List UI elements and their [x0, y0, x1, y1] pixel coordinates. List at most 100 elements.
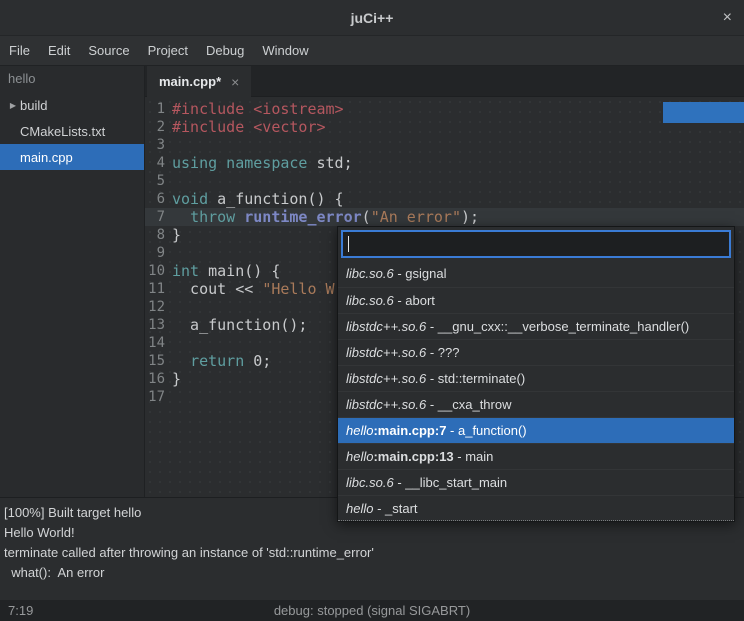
code-line: 3	[145, 136, 744, 154]
code-token: throw	[190, 208, 235, 226]
code-text: return 0;	[170, 352, 271, 370]
stack-frame-item[interactable]: libstdc++.so.6 - __cxa_throw	[338, 391, 734, 417]
code-token: main() {	[199, 262, 280, 280]
code-text: a_function();	[170, 316, 307, 334]
line-number: 8	[145, 226, 170, 244]
code-text	[170, 388, 172, 406]
line-number: 16	[145, 370, 170, 388]
code-token: #include <iostream>	[172, 100, 344, 118]
line-number: 2	[145, 118, 170, 136]
stack-frame-item[interactable]: libc.so.6 - __libc_start_main	[338, 469, 734, 495]
code-text	[170, 334, 172, 352]
expander-icon[interactable]: ▶	[6, 101, 20, 110]
code-token: std;	[307, 154, 352, 172]
code-token: a_function() {	[208, 190, 343, 208]
tab-label: main.cpp*	[159, 74, 221, 89]
code-token	[172, 208, 190, 226]
stacktrace-popup: libc.so.6 - gsignallibc.so.6 - abortlibs…	[337, 226, 735, 522]
tab-close-icon[interactable]: ×	[231, 74, 239, 90]
code-token: 0;	[244, 352, 271, 370]
stack-frame-list: libc.so.6 - gsignallibc.so.6 - abortlibs…	[338, 261, 734, 521]
window-close-icon[interactable]: ×	[723, 10, 732, 26]
stack-frame-item[interactable]: libc.so.6 - gsignal	[338, 261, 734, 287]
cursor-position: 7:19	[0, 603, 33, 618]
frame-location: :main.cpp:13	[373, 449, 453, 464]
menu-project[interactable]: Project	[139, 36, 197, 65]
code-text: }	[170, 370, 181, 388]
line-number: 1	[145, 100, 170, 118]
project-name: hello	[0, 66, 144, 92]
frame-function: - abort	[394, 293, 435, 308]
frame-function: - main	[454, 449, 494, 464]
code-token: using namespace	[172, 154, 307, 172]
frame-function: - std::terminate()	[426, 371, 525, 386]
frame-function: - _start	[373, 501, 417, 516]
code-text: void a_function() {	[170, 190, 344, 208]
console-line: terminate called after throwing an insta…	[4, 543, 744, 563]
stack-frame-item[interactable]: hello:main.cpp:7 - a_function()	[338, 417, 734, 443]
line-number: 17	[145, 388, 170, 406]
scrollbar-thumb[interactable]	[663, 102, 744, 123]
debug-status: debug: stopped (signal SIGABRT)	[0, 603, 744, 618]
code-text: using namespace std;	[170, 154, 353, 172]
frame-module: hello	[346, 423, 373, 438]
frame-function: - __cxa_throw	[426, 397, 511, 412]
code-text: int main() {	[170, 262, 280, 280]
console-line: Hello World!	[4, 523, 744, 543]
code-line: 2#include <vector>	[145, 118, 744, 136]
code-token: #include <vector>	[172, 118, 326, 136]
frame-module: libc.so.6	[346, 475, 394, 490]
line-number: 10	[145, 262, 170, 280]
text-caret	[348, 236, 349, 252]
frame-module: libc.so.6	[346, 293, 394, 308]
menu-source[interactable]: Source	[79, 36, 138, 65]
menu-edit[interactable]: Edit	[39, 36, 79, 65]
line-number: 5	[145, 172, 170, 190]
frame-module: hello	[346, 501, 373, 516]
line-number: 12	[145, 298, 170, 316]
code-token: cout <<	[172, 280, 262, 298]
code-text	[170, 136, 172, 154]
tab-main-cpp[interactable]: main.cpp* ×	[147, 66, 251, 97]
statusbar: 7:19 debug: stopped (signal SIGABRT)	[0, 600, 744, 621]
code-text: cout << "Hello W	[170, 280, 335, 298]
stack-frame-item[interactable]: libstdc++.so.6 - ???	[338, 339, 734, 365]
frame-function: - a_function()	[446, 423, 526, 438]
tabbar: main.cpp* ×	[145, 66, 744, 97]
frame-module: libstdc++.so.6	[346, 371, 426, 386]
popup-filter-input[interactable]	[341, 230, 731, 258]
frame-module: libstdc++.so.6	[346, 345, 426, 360]
line-number: 3	[145, 136, 170, 154]
stack-frame-item[interactable]: libc.so.6 - abort	[338, 287, 734, 313]
stack-frame-item[interactable]: libstdc++.so.6 - __gnu_cxx::__verbose_te…	[338, 313, 734, 339]
line-number: 15	[145, 352, 170, 370]
code-text: #include <vector>	[170, 118, 326, 136]
frame-module: hello	[346, 449, 373, 464]
menu-file[interactable]: File	[0, 36, 39, 65]
sidebar-item-cmakelists.txt[interactable]: CMakeLists.txt	[0, 118, 144, 144]
stack-frame-item[interactable]: libstdc++.so.6 - std::terminate()	[338, 365, 734, 391]
file-tree-sidebar: hello ▶buildCMakeLists.txtmain.cpp	[0, 66, 145, 497]
code-token: }	[172, 370, 181, 388]
menu-debug[interactable]: Debug	[197, 36, 253, 65]
code-line: 6void a_function() {	[145, 190, 744, 208]
line-number: 9	[145, 244, 170, 262]
frame-function: - ???	[426, 345, 459, 360]
stack-frame-item[interactable]: hello - _start	[338, 495, 734, 521]
code-token: a_function();	[172, 316, 307, 334]
code-token	[235, 208, 244, 226]
code-token: int	[172, 262, 199, 280]
window-title: juCi++	[351, 10, 394, 26]
code-line: 5	[145, 172, 744, 190]
code-text: throw runtime_error("An error");	[170, 208, 479, 226]
menu-window[interactable]: Window	[253, 36, 317, 65]
sidebar-item-build[interactable]: ▶build	[0, 92, 144, 118]
console-line: what(): An error	[4, 563, 744, 583]
stack-frame-item[interactable]: hello:main.cpp:13 - main	[338, 443, 734, 469]
titlebar: juCi++ ×	[0, 0, 744, 36]
code-token: "Hello W	[262, 280, 334, 298]
code-token: (	[362, 208, 371, 226]
code-token: runtime_error	[244, 208, 361, 226]
sidebar-item-main.cpp[interactable]: main.cpp	[0, 144, 144, 170]
code-text	[170, 244, 172, 262]
